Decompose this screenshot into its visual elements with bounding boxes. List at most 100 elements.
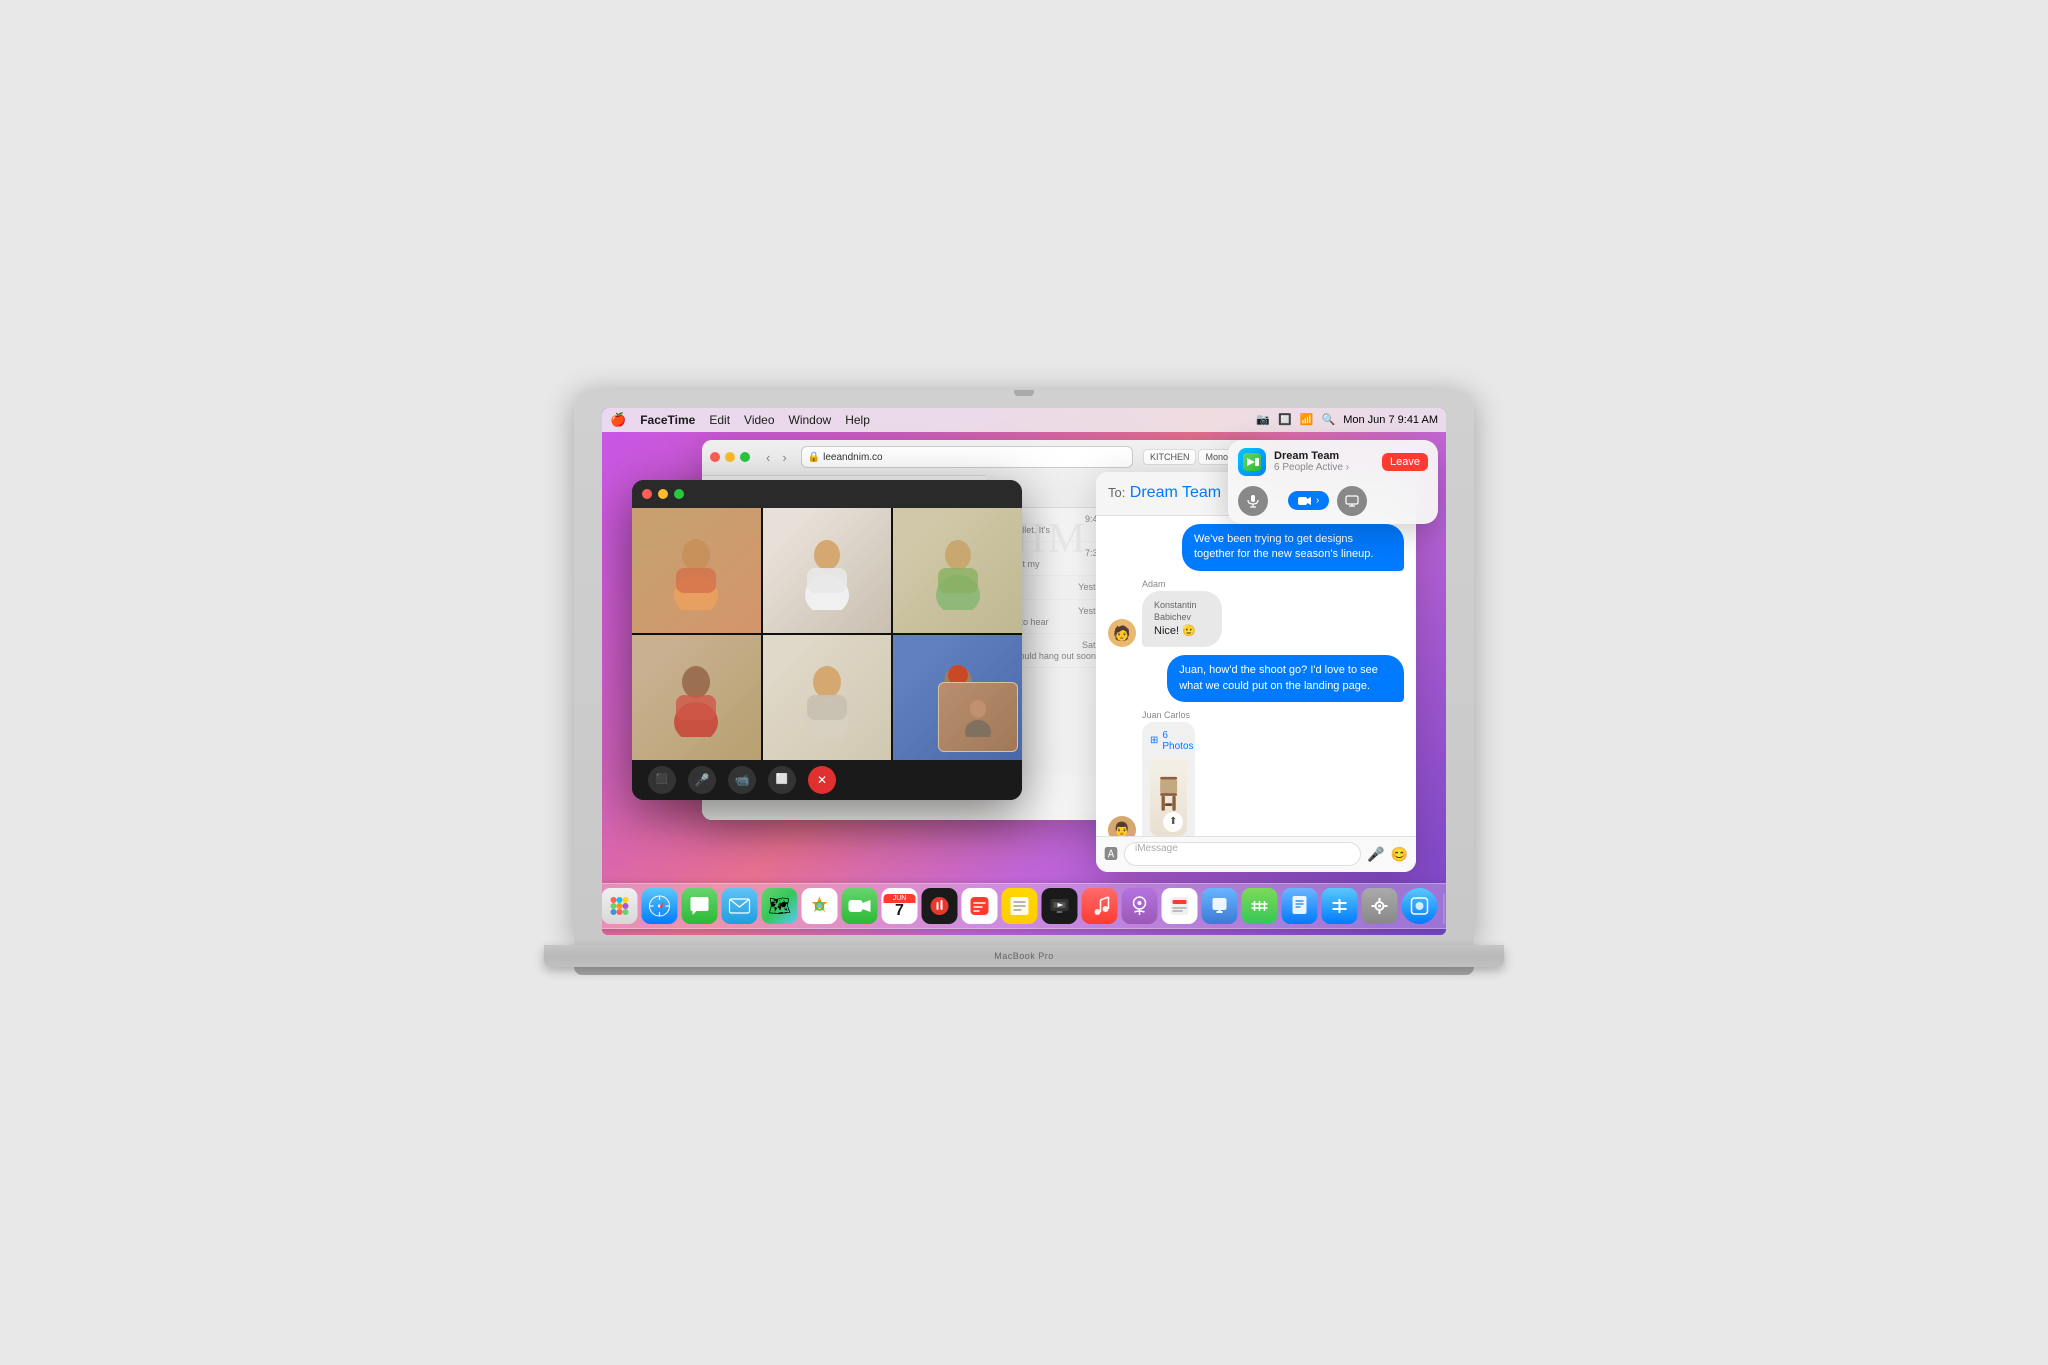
screen-icon (1345, 495, 1359, 507)
menu-window[interactable]: Window (789, 413, 832, 427)
safari-dock-icon (648, 894, 672, 918)
juan-message-group: Juan Carlos ⊞ 6 Photos (1142, 710, 1213, 836)
notification-mic-btn[interactable] (1238, 486, 1268, 516)
menu-bar-left: 🍎 FaceTime Edit Video Window Help (610, 412, 870, 428)
messages-recipient: Dream Team (1130, 484, 1221, 501)
safari-close-btn[interactable] (710, 452, 720, 462)
music-app-icon (1090, 896, 1110, 916)
menu-camera-icon: 📷 (1256, 413, 1270, 426)
facetime-minimize-btn[interactable] (658, 489, 668, 499)
dock-podcasts[interactable] (1122, 888, 1158, 924)
menu-search-icon[interactable]: 🔍 (1322, 413, 1336, 426)
dock-music[interactable] (1082, 888, 1118, 924)
video-chevron: › (1316, 495, 1319, 506)
menu-video[interactable]: Video (744, 413, 774, 427)
dock-messages[interactable] (682, 888, 718, 924)
dock-notes[interactable] (1002, 888, 1038, 924)
menu-wifi-icon: 📶 (1300, 413, 1314, 426)
desktop-content: ‹ › 🔒 leeandnim.co KITCHEN Monocle... (602, 432, 1446, 936)
menu-datetime: Mon Jun 7 9:41 AM (1343, 414, 1438, 426)
dock-appletv[interactable] (1042, 888, 1078, 924)
dock-keynote[interactable] (1202, 888, 1238, 924)
photo-preview: ⬆ (1150, 756, 1187, 836)
messages-to-label: To: (1108, 485, 1125, 500)
messages-recipient-row: To: Dream Team (1108, 484, 1221, 502)
facetime-cell-3 (893, 508, 1022, 633)
adam-bubble: Konstantin Babichev Nice! 🫡 (1142, 591, 1222, 648)
lock-icon: 🔒 (808, 452, 820, 463)
dock-photos[interactable] (802, 888, 838, 924)
dock-appstore[interactable] (1322, 888, 1358, 924)
facetime-effects-btn[interactable]: ⬜ (768, 766, 796, 794)
photos-count: 6 Photos (1162, 730, 1193, 752)
facetime-person-1 (632, 508, 761, 633)
notification-header: Dream Team 6 People Active › Leave (1228, 440, 1438, 482)
notification-leave-btn[interactable]: Leave (1382, 453, 1428, 471)
safari-back-btn[interactable]: ‹ (762, 448, 774, 467)
messages-input-bar: 🅰 iMessage 🎤 😊 (1096, 836, 1416, 872)
safari-address-bar[interactable]: 🔒 leeandnim.co (801, 446, 1133, 468)
safari-maximize-btn[interactable] (740, 452, 750, 462)
dock-screentime[interactable] (1402, 888, 1438, 924)
notification-screen-btn[interactable] (1337, 486, 1367, 516)
notification-status: 6 People Active (1274, 462, 1343, 473)
appstore-icon (1329, 895, 1351, 917)
messages-window[interactable]: To: Dream Team 📹 ⓘ We've been trying to … (1096, 472, 1416, 872)
safari-forward-btn[interactable]: › (778, 448, 790, 467)
photos-label: ⊞ 6 Photos (1150, 730, 1187, 752)
messages-emoji-icon[interactable]: 😊 (1391, 846, 1408, 863)
notification-video-btn[interactable]: › (1288, 491, 1329, 510)
facetime-close-btn[interactable] (642, 489, 652, 499)
facetime-person-4 (632, 635, 761, 760)
mic-icon (1246, 494, 1260, 508)
facetime-end-btn[interactable]: ✕ (808, 766, 836, 794)
dock-numbers[interactable] (1242, 888, 1278, 924)
safari-url: leeandnim.co (823, 452, 882, 463)
facetime-person-5 (763, 635, 892, 760)
dock-facetime[interactable] (842, 888, 878, 924)
person3-silhouette (928, 530, 988, 610)
person2-silhouette (797, 530, 857, 610)
safari-minimize-btn[interactable] (725, 452, 735, 462)
menu-facetime[interactable]: FaceTime (640, 413, 695, 427)
facetime-dock-icon (849, 898, 871, 914)
facetime-window[interactable]: ⬛ 🎤 📹 ⬜ ✕ (632, 480, 1022, 800)
person1-silhouette (666, 530, 726, 610)
dock-divider (1444, 894, 1445, 924)
messages-apps-icon[interactable]: 🅰 (1104, 844, 1118, 864)
apple-menu[interactable]: 🍎 (610, 412, 626, 428)
messages-mic-icon[interactable]: 🎤 (1367, 846, 1384, 863)
menu-edit[interactable]: Edit (709, 413, 730, 427)
thumbnail-person (963, 697, 993, 737)
dock-maps[interactable]: 🗺 (762, 888, 798, 924)
message-row-adam: 🧑 Adam Konstantin Babichev Nice! 🫡 (1108, 579, 1404, 648)
facetime-screen-share-btn[interactable]: ⬛ (648, 766, 676, 794)
imessage-input[interactable]: iMessage (1124, 842, 1361, 866)
facetime-cell-5 (763, 635, 892, 760)
podcasts-icon (1130, 895, 1150, 917)
adam-message-group: Adam Konstantin Babichev Nice! 🫡 (1142, 579, 1248, 648)
menu-bar: 🍎 FaceTime Edit Video Window Help 📷 🔲 📶 … (602, 408, 1446, 432)
facetime-mic-btn[interactable]: 🎤 (688, 766, 716, 794)
appletv-icon (1049, 898, 1071, 914)
dock-reminders[interactable] (962, 888, 998, 924)
dock-pages[interactable] (1282, 888, 1318, 924)
dock-music-streaming[interactable] (922, 888, 958, 924)
messages-list: We've been trying to get designs togethe… (1096, 516, 1416, 836)
facetime-maximize-btn[interactable] (674, 489, 684, 499)
menu-help[interactable]: Help (845, 413, 870, 427)
dock-system-preferences[interactable] (1362, 888, 1398, 924)
facetime-titlebar (632, 480, 1022, 508)
facetime-cell-2 (763, 508, 892, 633)
notes-icon (1010, 895, 1030, 917)
facetime-camera-btn[interactable]: 📹 (728, 766, 756, 794)
dock-safari[interactable] (642, 888, 678, 924)
dock-launchpad[interactable] (602, 888, 638, 924)
dock-mail[interactable] (722, 888, 758, 924)
facetime-grid (632, 508, 1022, 760)
macbook-foot (574, 967, 1474, 975)
dock-news[interactable] (1162, 888, 1198, 924)
menu-display-icon: 🔲 (1278, 413, 1292, 426)
dock-calendar[interactable]: JUN 7 (882, 888, 918, 924)
safari-tab-kitchen[interactable]: KITCHEN (1143, 449, 1197, 465)
